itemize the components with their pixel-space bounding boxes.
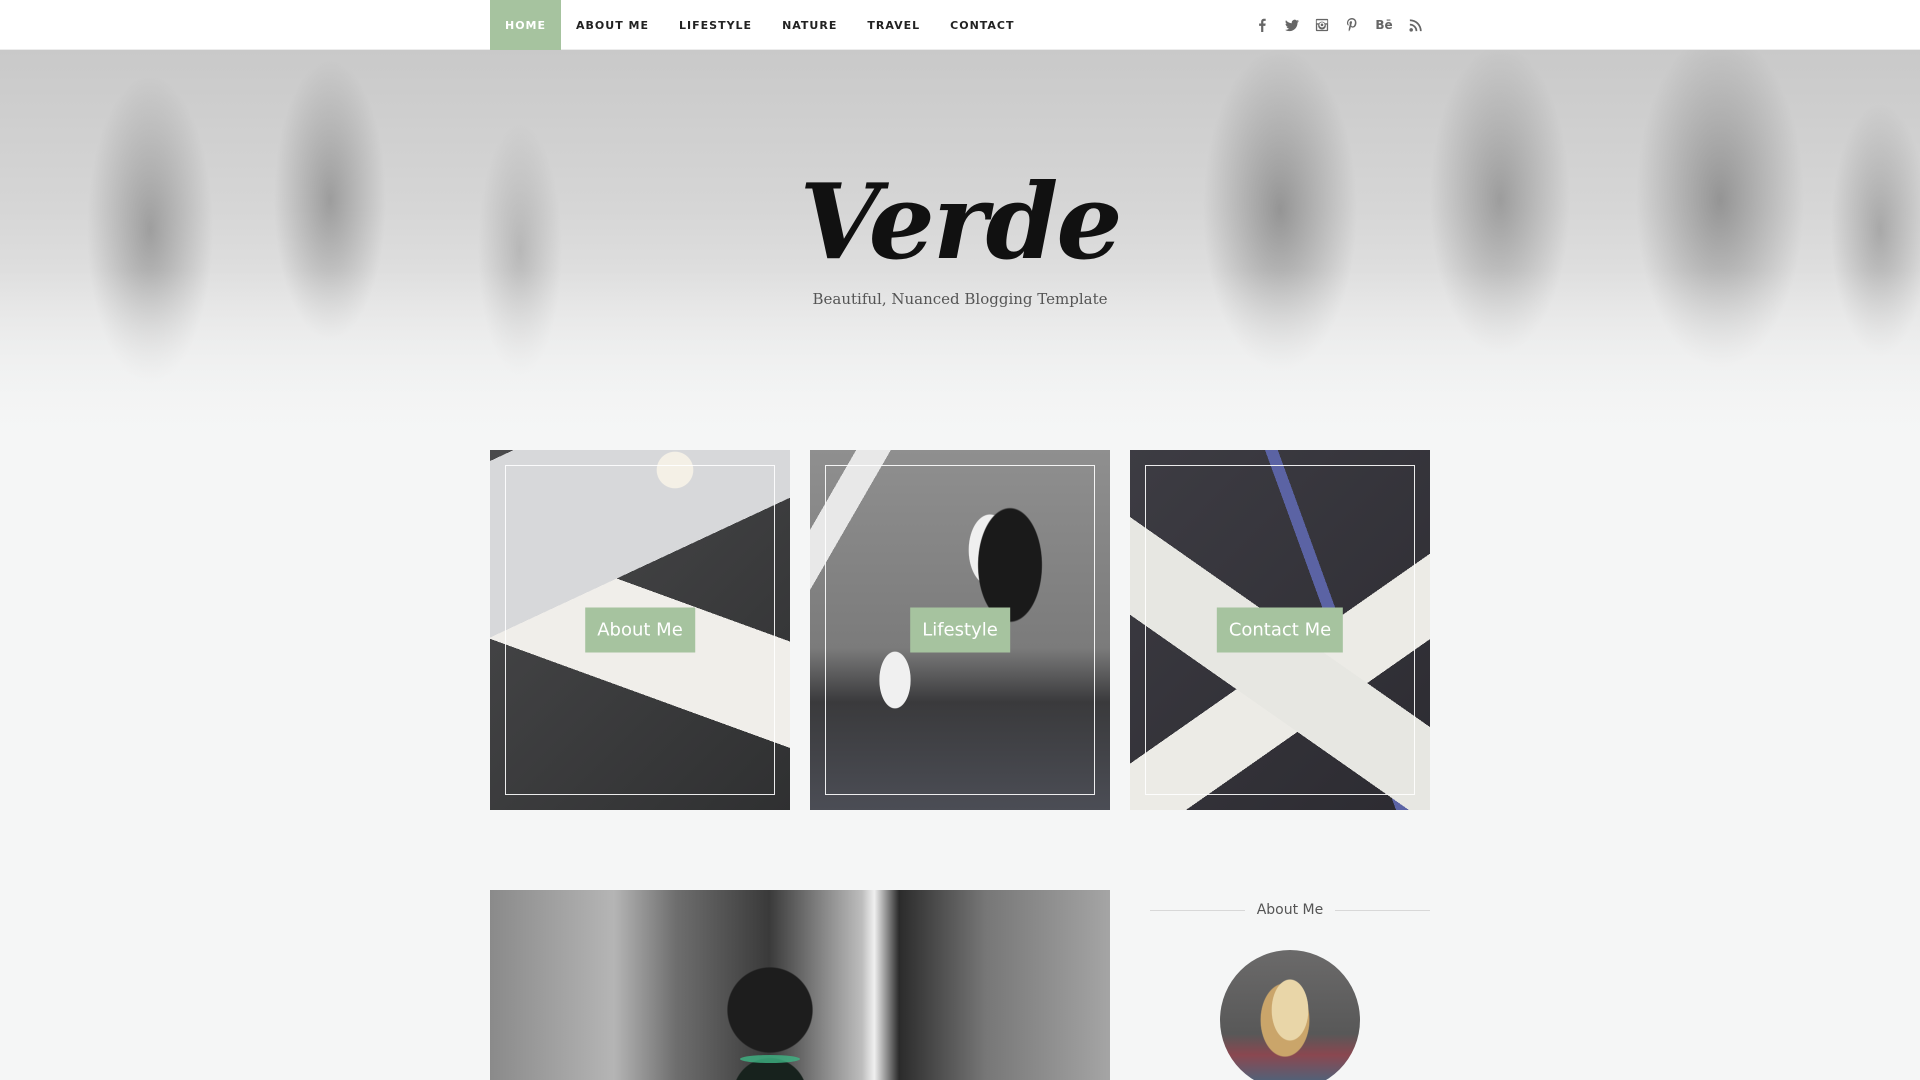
feature-label[interactable]: About Me	[585, 607, 695, 653]
rss-icon[interactable]	[1408, 17, 1424, 33]
nav-item-travel[interactable]: TRAVEL	[852, 0, 935, 50]
twitter-icon[interactable]	[1284, 17, 1300, 33]
hero-header: Verde Beautiful, Nuanced Blogging Templa…	[0, 50, 1920, 450]
nav-item-nature[interactable]: NATURE	[767, 0, 852, 50]
nav-item-home[interactable]: HOME	[490, 0, 562, 50]
pinterest-icon[interactable]	[1344, 17, 1360, 33]
feature-label[interactable]: Lifestyle	[910, 607, 1010, 653]
site-tagline: Beautiful, Nuanced Blogging Template	[812, 290, 1108, 308]
instagram-icon[interactable]	[1314, 17, 1330, 33]
post-featured-image[interactable]	[490, 890, 1110, 1080]
facebook-icon[interactable]	[1254, 17, 1270, 33]
featured-boxes: About Me Lifestyle Contact Me	[490, 450, 1430, 810]
nav-item-lifestyle[interactable]: LIFESTYLE	[664, 0, 767, 50]
top-navigation-bar: HOME ABOUT ME LIFESTYLE NATURE TRAVEL CO…	[0, 0, 1920, 50]
avatar	[1220, 950, 1360, 1080]
feature-label[interactable]: Contact Me	[1216, 607, 1344, 653]
nav-item-contact[interactable]: CONTACT	[935, 0, 1029, 50]
sidebar: About Me	[1150, 890, 1430, 1080]
main-menu: HOME ABOUT ME LIFESTYLE NATURE TRAVEL CO…	[490, 0, 1030, 50]
nav-item-about-me[interactable]: ABOUT ME	[561, 0, 664, 50]
feature-box-lifestyle[interactable]: Lifestyle	[810, 450, 1110, 810]
site-logo[interactable]: Verde	[0, 160, 1920, 283]
widget-title: About Me	[1150, 890, 1430, 930]
traffic-light-glow	[740, 1055, 800, 1063]
behance-icon[interactable]: Bē	[1374, 17, 1394, 33]
feature-box-about-me[interactable]: About Me	[490, 450, 790, 810]
social-links: Bē	[1254, 0, 1424, 50]
feature-box-contact-me[interactable]: Contact Me	[1130, 450, 1430, 810]
